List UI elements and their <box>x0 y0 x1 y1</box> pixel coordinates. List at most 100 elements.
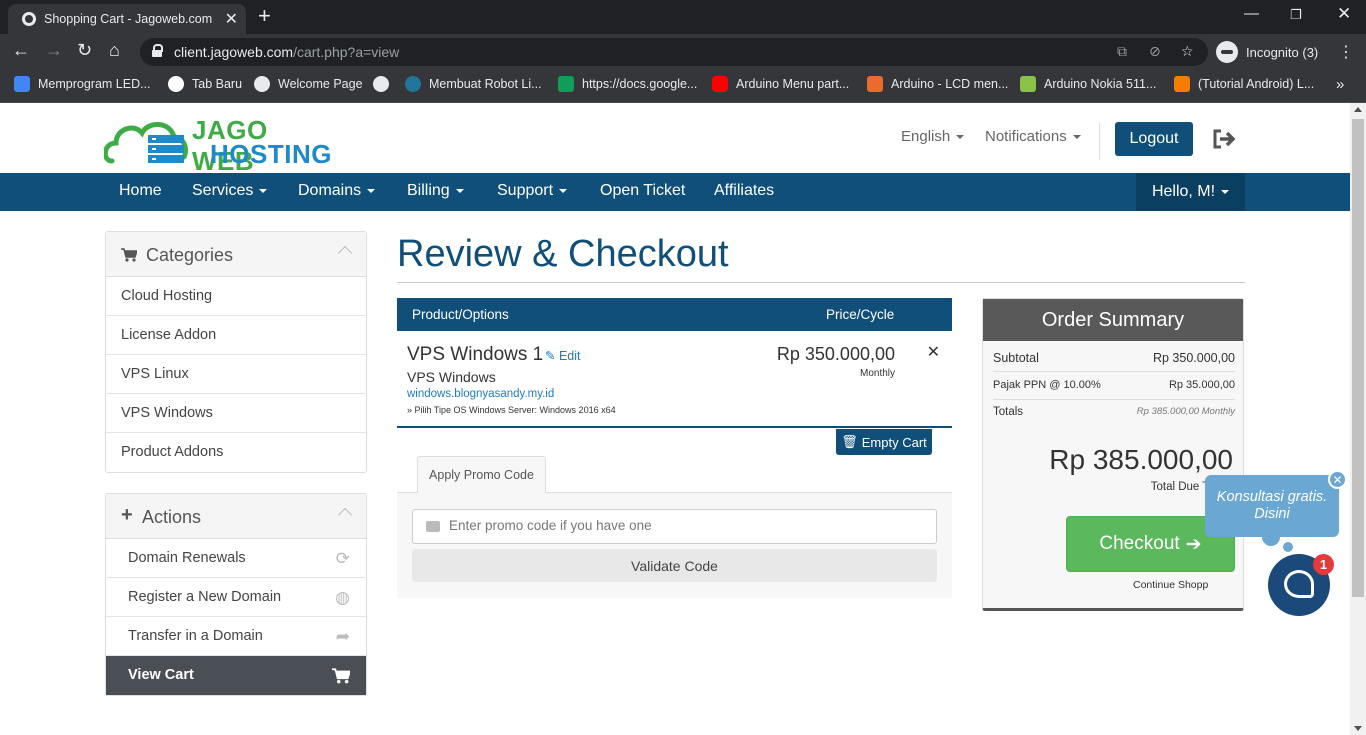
subtotal-value: Rp 350.000,00 <box>1152 351 1235 365</box>
jagoweb-logo[interactable]: JAGO WEB HOSTING <box>102 113 331 176</box>
caret-down-icon <box>1072 135 1081 140</box>
tracking-blocked-icon[interactable]: ⊘ <box>1149 43 1161 60</box>
url-text[interactable]: client.jagoweb.com/cart.php?a=view <box>174 44 399 60</box>
page-scrollbar[interactable] <box>1350 103 1366 735</box>
action-transfer-domain[interactable]: Transfer in a Domain ➦ <box>106 617 366 656</box>
bookmark-favicon-icon <box>373 76 389 92</box>
close-chat-bubble-icon[interactable]: ✕ <box>1328 470 1347 489</box>
actions-header[interactable]: + Actions <box>106 494 366 539</box>
translate-icon[interactable]: ⧉ <box>1117 43 1127 60</box>
bookmark-favicon-icon <box>14 76 30 92</box>
bookmark-label: Welcome Page <box>278 77 363 91</box>
browser-menu-icon[interactable]: ⋮ <box>1338 42 1354 62</box>
scrollbar-thumb[interactable] <box>1352 119 1364 597</box>
bookmark-item[interactable]: Arduino Nokia 511... <box>1020 76 1156 92</box>
continue-shopping-link[interactable]: Continue Shopp <box>1133 579 1208 591</box>
promo-code-field[interactable] <box>412 509 937 544</box>
action-view-cart[interactable]: View Cart <box>106 656 366 695</box>
nav-services[interactable]: Services <box>192 182 268 200</box>
caret-down-icon <box>1221 190 1230 194</box>
user-menu-dropdown[interactable]: Hello, M! <box>1136 173 1245 211</box>
arrow-right-icon: ➔ <box>1185 533 1202 555</box>
youtube-icon <box>712 76 728 92</box>
product-name: VPS Windows 1 <box>407 344 544 365</box>
category-item[interactable]: License Addon <box>106 316 366 355</box>
address-bar[interactable]: client.jagoweb.com/cart.php?a=view ⧉ ⊘ ☆ <box>140 38 1208 66</box>
bookmark-item[interactable]: Welcome Page <box>254 76 363 92</box>
sign-out-icon[interactable] <box>1212 128 1236 150</box>
subtotal-label: Subtotal <box>993 351 1039 365</box>
nav-support[interactable]: Support <box>497 182 568 200</box>
minimize-icon[interactable]: — <box>1244 5 1259 22</box>
nav-domains[interactable]: Domains <box>298 182 376 200</box>
restore-icon[interactable]: ❐ <box>1290 7 1302 23</box>
category-item[interactable]: Cloud Hosting <box>106 277 366 316</box>
bookmark-item[interactable]: https://docs.google... <box>558 76 697 92</box>
bookmark-star-icon[interactable]: ☆ <box>1181 43 1194 60</box>
bookmark-item[interactable]: Arduino - LCD men... <box>867 76 1008 92</box>
bookmark-item[interactable]: Arduino Menu part... <box>712 76 849 92</box>
validate-code-button[interactable]: Validate Code <box>412 549 937 582</box>
tax-row: Pajak PPN @ 10.00% Rp 35.000,00 <box>993 375 1235 400</box>
bookmarks-bar: Memprogram LED... Tab Baru Welcome Page … <box>0 70 1366 103</box>
back-icon[interactable]: ← <box>12 40 30 61</box>
notifications-dropdown[interactable]: Notifications <box>985 128 1081 145</box>
scroll-up-icon[interactable] <box>1354 107 1362 112</box>
tab-apply-promo[interactable]: Apply Promo Code <box>417 456 546 493</box>
nav-home[interactable]: Home <box>119 182 162 200</box>
category-item[interactable]: VPS Linux <box>106 355 366 394</box>
browser-toolbar: ← → ↻ ⌂ client.jagoweb.com/cart.php?a=vi… <box>0 34 1366 70</box>
promo-code-input[interactable] <box>449 518 919 533</box>
action-label: Register a New Domain <box>128 589 282 605</box>
chevron-up-icon[interactable] <box>337 507 353 523</box>
share-icon: ➦ <box>335 627 350 646</box>
scroll-down-icon[interactable] <box>1354 726 1362 731</box>
url-path: /cart.php?a=view <box>293 44 400 60</box>
bubble-tail-dot <box>1283 542 1293 552</box>
bookmark-item[interactable]: Tab Baru <box>168 76 242 92</box>
caret-down-icon <box>259 188 268 193</box>
incognito-profile[interactable]: Incognito (3) <box>1216 38 1318 66</box>
language-dropdown[interactable]: English <box>901 128 965 145</box>
tab-close-icon[interactable]: ✕ <box>225 9 238 29</box>
bookmark-label: Membuat Robot Li... <box>429 77 542 91</box>
nav-open-ticket[interactable]: Open Ticket <box>600 182 685 200</box>
page-title: Review & Checkout <box>397 233 729 275</box>
empty-cart-button[interactable]: 🗑 Empty Cart <box>836 429 932 455</box>
bookmark-favicon-icon <box>254 76 270 92</box>
caret-down-icon <box>455 188 464 193</box>
site-favicon-icon <box>22 12 36 26</box>
remove-item-icon[interactable]: ✕ <box>927 342 940 362</box>
cart-icon <box>332 668 350 684</box>
divider <box>1099 122 1100 160</box>
new-tab-icon[interactable]: + <box>258 3 271 29</box>
action-register-domain[interactable]: Register a New Domain ◍ <box>106 578 366 617</box>
nav-billing[interactable]: Billing <box>407 182 464 200</box>
home-icon[interactable]: ⌂ <box>109 40 120 61</box>
reload-icon[interactable]: ↻ <box>77 40 92 61</box>
bookmark-item[interactable]: Memprogram LED... <box>14 76 151 92</box>
chevron-up-icon[interactable] <box>337 245 353 261</box>
browser-tab[interactable]: Shopping Cart - Jagoweb.com ✕ <box>8 4 246 34</box>
edit-link[interactable]: ✎ Edit <box>545 348 581 363</box>
action-label: View Cart <box>128 667 194 683</box>
bookmark-item[interactable] <box>373 76 389 92</box>
totals-row: Totals Rp 385.000,00 Monthly <box>993 402 1235 427</box>
categories-header[interactable]: Categories <box>106 232 366 277</box>
nav-affiliates[interactable]: Affiliates <box>714 182 774 200</box>
forward-icon[interactable]: → <box>45 40 63 61</box>
category-item[interactable]: Product Addons <box>106 433 366 472</box>
bookmarks-overflow-icon[interactable]: » <box>1336 76 1344 93</box>
empty-cart-label: Empty Cart <box>861 434 927 450</box>
window-close-icon[interactable]: ✕ <box>1337 4 1351 24</box>
chat-unread-badge: 1 <box>1313 554 1334 575</box>
logout-button[interactable]: Logout <box>1115 122 1193 156</box>
plus-icon: + <box>121 504 133 526</box>
action-domain-renewals[interactable]: Domain Renewals ⟳ <box>106 539 366 578</box>
bookmark-label: Arduino - LCD men... <box>891 77 1009 91</box>
bookmark-item[interactable]: (Tutorial Android) L... <box>1174 76 1314 92</box>
category-item[interactable]: VPS Windows <box>106 394 366 433</box>
bookmark-item[interactable]: Membuat Robot Li... <box>405 76 542 92</box>
column-price: Price/Cycle <box>826 307 895 322</box>
action-label: Transfer in a Domain <box>128 628 263 644</box>
